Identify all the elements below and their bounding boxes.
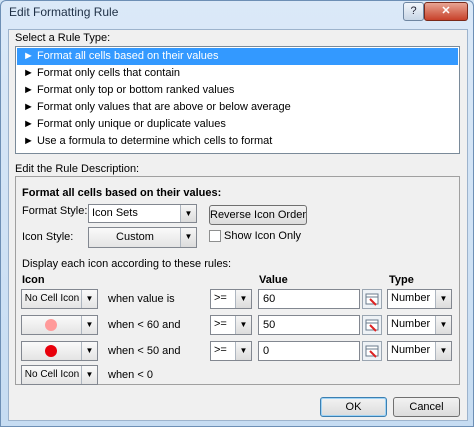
rule-description-label: Edit the Rule Description: bbox=[15, 163, 140, 175]
rule-4-icon-label: No Cell Icon bbox=[24, 369, 80, 380]
rule-2-operator-select[interactable]: >= ▼ bbox=[210, 315, 252, 335]
icon-style-label: Icon Style: bbox=[22, 231, 74, 243]
rule-type-item[interactable]: ► Format all cells based on their values bbox=[17, 48, 458, 65]
rule-3-operator: >= bbox=[214, 344, 227, 356]
chevron-down-icon: ▼ bbox=[435, 290, 451, 308]
display-instructions: Display each icon according to these rul… bbox=[22, 258, 232, 270]
rule-2-type: Number bbox=[391, 318, 431, 330]
chevron-down-icon: ▼ bbox=[180, 228, 196, 247]
icon-column-header: Icon bbox=[22, 274, 45, 286]
chevron-down-icon: ▼ bbox=[81, 342, 97, 360]
collapse-dialog-icon bbox=[365, 345, 379, 358]
rule-3-type-select[interactable]: Number ▼ bbox=[387, 341, 452, 361]
rule-3-operator-select[interactable]: >= ▼ bbox=[210, 341, 252, 361]
rule-2-value-input[interactable]: 50 bbox=[258, 315, 360, 335]
chevron-down-icon: ▼ bbox=[435, 316, 451, 334]
ok-button[interactable]: OK bbox=[320, 397, 387, 417]
type-column-header: Type bbox=[389, 274, 414, 286]
rule-4-icon-select[interactable]: No Cell Icon ▼ bbox=[21, 365, 98, 385]
chevron-down-icon: ▼ bbox=[235, 342, 251, 360]
rule-3-value-input[interactable]: 0 bbox=[258, 341, 360, 361]
rule-2-condition-text: when < 60 and bbox=[108, 319, 181, 331]
rule-2-range-picker[interactable] bbox=[362, 315, 382, 335]
dialog-body: Select a Rule Type: ► Format all cells b… bbox=[8, 29, 468, 421]
chevron-down-icon: ▼ bbox=[81, 366, 97, 384]
rule-type-list[interactable]: ► Format all cells based on their values… bbox=[15, 46, 460, 154]
light-red-circle-icon bbox=[45, 319, 57, 331]
rule-type-item[interactable]: ► Use a formula to determine which cells… bbox=[17, 133, 458, 150]
rule-2-operator: >= bbox=[214, 318, 227, 330]
rule-2-icon-select[interactable]: ▼ bbox=[21, 315, 98, 335]
rule-type-item[interactable]: ► Format only top or bottom ranked value… bbox=[17, 82, 458, 99]
rule-3-range-picker[interactable] bbox=[362, 341, 382, 361]
title-bar[interactable]: Edit Formatting Rule ? ✕ bbox=[1, 1, 473, 23]
rule-type-item[interactable]: ► Format only cells that contain bbox=[17, 65, 458, 82]
collapse-dialog-icon bbox=[365, 319, 379, 332]
rule-1-range-picker[interactable] bbox=[362, 289, 382, 309]
value-column-header: Value bbox=[259, 274, 288, 286]
rule-1-type-select[interactable]: Number ▼ bbox=[387, 289, 452, 309]
rule-4-condition-text: when < 0 bbox=[108, 369, 153, 381]
cancel-button[interactable]: Cancel bbox=[393, 397, 460, 417]
rule-1-type: Number bbox=[391, 292, 431, 304]
dialog-title: Edit Formatting Rule bbox=[9, 5, 119, 19]
show-icon-only-checkbox[interactable] bbox=[209, 230, 221, 242]
rule-1-value-input[interactable]: 60 bbox=[258, 289, 360, 309]
rule-1-operator: >= bbox=[214, 292, 227, 304]
help-button[interactable]: ? bbox=[403, 2, 424, 21]
rule-2-type-select[interactable]: Number ▼ bbox=[387, 315, 452, 335]
description-heading: Format all cells based on their values: bbox=[22, 187, 222, 199]
rule-type-label: Select a Rule Type: bbox=[15, 32, 111, 44]
collapse-dialog-icon bbox=[365, 293, 379, 306]
chevron-down-icon: ▼ bbox=[435, 342, 451, 360]
chevron-down-icon: ▼ bbox=[235, 316, 251, 334]
rule-3-condition-text: when < 50 and bbox=[108, 345, 181, 357]
chevron-down-icon: ▼ bbox=[235, 290, 251, 308]
chevron-down-icon: ▼ bbox=[81, 290, 97, 308]
rule-description-panel: Format all cells based on their values: … bbox=[15, 176, 460, 385]
chevron-down-icon: ▼ bbox=[180, 205, 196, 222]
edit-formatting-rule-dialog: Edit Formatting Rule ? ✕ Select a Rule T… bbox=[0, 0, 474, 427]
rule-type-item[interactable]: ► Format only values that are above or b… bbox=[17, 99, 458, 116]
chevron-down-icon: ▼ bbox=[81, 316, 97, 334]
rule-1-operator-select[interactable]: >= ▼ bbox=[210, 289, 252, 309]
format-style-label: Format Style: bbox=[22, 205, 88, 217]
rule-1-condition-text: when value is bbox=[108, 293, 175, 305]
red-circle-icon bbox=[45, 345, 57, 357]
format-style-value: Icon Sets bbox=[92, 207, 138, 219]
icon-style-value: Custom bbox=[116, 231, 154, 243]
rule-3-type: Number bbox=[391, 344, 431, 356]
rule-1-icon-label: No Cell Icon bbox=[24, 293, 80, 304]
reverse-icon-order-button[interactable]: Reverse Icon Order bbox=[209, 205, 307, 225]
close-button[interactable]: ✕ bbox=[424, 2, 468, 21]
icon-style-select[interactable]: Custom ▼ bbox=[88, 227, 197, 248]
format-style-select[interactable]: Icon Sets ▼ bbox=[88, 204, 197, 223]
show-icon-only-label[interactable]: Show Icon Only bbox=[224, 230, 301, 242]
rule-3-icon-select[interactable]: ▼ bbox=[21, 341, 98, 361]
rule-1-icon-select[interactable]: No Cell Icon ▼ bbox=[21, 289, 98, 309]
rule-type-item[interactable]: ► Format only unique or duplicate values bbox=[17, 116, 458, 133]
